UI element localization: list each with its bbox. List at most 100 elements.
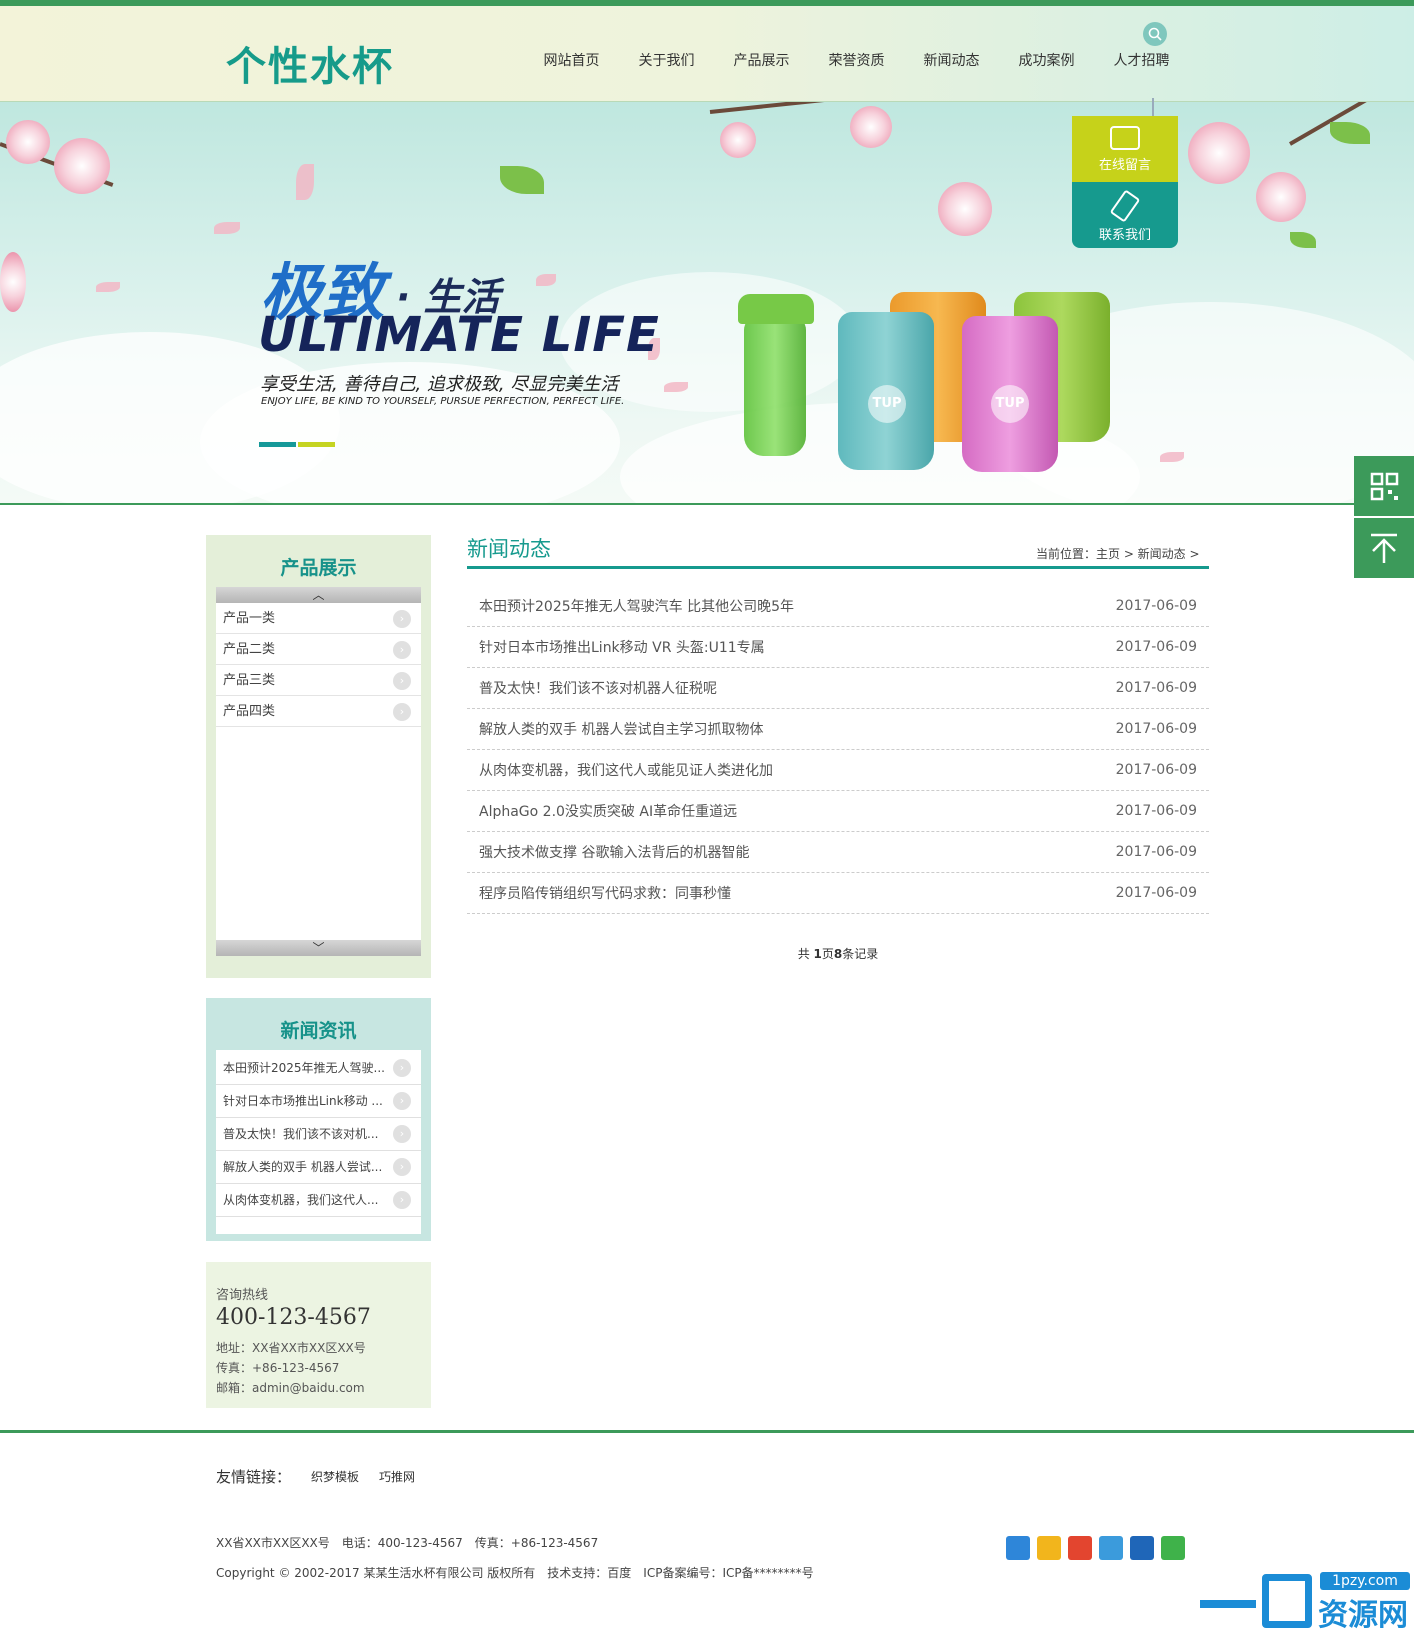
pager-suffix: 条记录 (842, 947, 879, 961)
banner-indicator[interactable] (298, 442, 335, 447)
chevron-right-icon: › (393, 1092, 411, 1110)
qr-code-button[interactable] (1354, 456, 1414, 516)
sidebar-news-item[interactable]: 解放人类的双手 机器人尝试... › (216, 1151, 421, 1184)
watermark-text: 资源网 (1318, 1598, 1408, 1631)
site-logo[interactable]: 个性水杯 (226, 34, 394, 92)
article-date: 2017-06-09 (1115, 680, 1197, 696)
share-tencent-icon[interactable] (1099, 1536, 1123, 1560)
article-title[interactable]: 从肉体变机器，我们这代人或能见证人类进化加 (479, 760, 773, 780)
article-row[interactable]: 程序员陷传销组织写代码求救：同事秒懂 2017-06-09 (467, 873, 1209, 914)
search-icon (1148, 27, 1162, 41)
main-nav: 网站首页 关于我们 产品展示 荣誉资质 新闻动态 成功案例 人才招聘 (524, 50, 1189, 70)
sidebar-news-label: 普及太快！我们该不该对机... (223, 1127, 379, 1141)
sidebar-news-item[interactable]: 本田预计2025年推无人驾驶... › (216, 1052, 421, 1085)
article-list: 本田预计2025年推无人驾驶汽车 比其他公司晚5年 2017-06-09 针对日本… (467, 586, 1209, 914)
online-message-button[interactable]: 在线留言 (1072, 116, 1178, 182)
float-panel: 在线留言 联系我们 (1072, 116, 1178, 248)
sidebar-news-label: 针对日本市场推出Link移动 ... (223, 1094, 383, 1108)
sidebar-news-label: 本田预计2025年推无人驾驶... (223, 1061, 385, 1075)
product-category-item[interactable]: 产品二类 › (216, 634, 421, 665)
footer-copyright: Copyright © 2002-2017 某某生活水杯有限公司 版权所有 技术… (216, 1566, 814, 1580)
blossom-decoration (6, 120, 50, 164)
article-row[interactable]: 本田预计2025年推无人驾驶汽车 比其他公司晚5年 2017-06-09 (467, 586, 1209, 627)
friend-links: 友情链接： 织梦模板 巧推网 (216, 1466, 415, 1487)
product-category-item[interactable]: 产品三类 › (216, 665, 421, 696)
nav-item-honors[interactable]: 荣誉资质 (809, 50, 904, 70)
product-category-item[interactable]: 产品一类 › (216, 603, 421, 634)
contact-fax: 传真：+86-123-4567 (216, 1361, 340, 1375)
petal-decoration (96, 282, 120, 292)
blossom-decoration (850, 106, 892, 148)
qr-code-icon (1370, 472, 1399, 501)
share-wechat-icon[interactable] (1161, 1536, 1185, 1560)
page-title: 新闻动态 (467, 537, 551, 561)
blossom-decoration (720, 122, 756, 158)
leaf-decoration (1290, 232, 1316, 248)
blossom-decoration (1256, 172, 1306, 222)
nav-item-news[interactable]: 新闻动态 (904, 50, 999, 70)
article-row[interactable]: 普及太快！我们该不该对机器人征税呢 2017-06-09 (467, 668, 1209, 709)
sidebar-news-item[interactable]: 从肉体变机器，我们这代人... › (216, 1184, 421, 1217)
nav-item-products[interactable]: 产品展示 (714, 50, 809, 70)
product-category-item[interactable]: 产品四类 › (216, 696, 421, 727)
scroll-down-button[interactable]: ﹀ (216, 940, 421, 956)
watermark-logo-icon (1262, 1574, 1312, 1628)
article-row[interactable]: 从肉体变机器，我们这代人或能见证人类进化加 2017-06-09 (467, 750, 1209, 791)
footer-address: XX省XX市XX区XX号 电话：400-123-4567 传真：+86-123-… (216, 1536, 599, 1550)
petal-decoration (214, 222, 240, 234)
article-row[interactable]: 解放人类的双手 机器人尝试自主学习抓取物体 2017-06-09 (467, 709, 1209, 750)
article-date: 2017-06-09 (1115, 639, 1197, 655)
article-title[interactable]: 强大技术做支撑 谷歌输入法背后的机器智能 (479, 842, 749, 862)
branch-decoration (709, 102, 939, 114)
chevron-up-icon: ︿ (312, 588, 325, 602)
article-date: 2017-06-09 (1115, 844, 1197, 860)
share-qzone-icon[interactable] (1037, 1536, 1061, 1560)
article-row[interactable]: AlphaGo 2.0没实质突破 AI革命任重道远 2017-06-09 (467, 791, 1209, 832)
product-category-label: 产品一类 (223, 611, 276, 626)
breadcrumb[interactable]: 当前位置：主页 > 新闻动态 > (1036, 545, 1200, 562)
cup-badge-pink: TUP (991, 385, 1029, 423)
hero-banner: 极致 · 生活 ULTIMATE LIFE 享受生活, 善待自己, 追求极致, … (0, 102, 1414, 505)
friend-link[interactable]: 织梦模板 (311, 1468, 359, 1485)
chevron-right-icon: › (393, 1158, 411, 1176)
cup-green-lid (738, 294, 814, 324)
nav-item-jobs[interactable]: 人才招聘 (1094, 50, 1189, 70)
share-weibo-icon[interactable] (1068, 1536, 1092, 1560)
article-title[interactable]: 普及太快！我们该不该对机器人征税呢 (479, 678, 717, 698)
chevron-right-icon: › (393, 672, 411, 690)
article-date: 2017-06-09 (1115, 762, 1197, 778)
article-row[interactable]: 针对日本市场推出Link移动 VR 头盔:U11专属 2017-06-09 (467, 627, 1209, 668)
sidebar-news-item[interactable]: 针对日本市场推出Link移动 ... › (216, 1085, 421, 1118)
product-category-list: 产品一类 › 产品二类 › 产品三类 › 产品四类 › (216, 603, 421, 940)
article-title[interactable]: 解放人类的双手 机器人尝试自主学习抓取物体 (479, 719, 763, 739)
back-to-top-button[interactable] (1354, 518, 1414, 578)
contact-us-button[interactable]: 联系我们 (1072, 182, 1178, 248)
pager-records: 8 (833, 947, 843, 961)
search-button[interactable] (1143, 22, 1167, 46)
cup-badge-teal: TUP (868, 385, 906, 423)
article-title[interactable]: 本田预计2025年推无人驾驶汽车 比其他公司晚5年 (479, 596, 794, 616)
nav-item-home[interactable]: 网站首页 (524, 50, 619, 70)
article-date: 2017-06-09 (1115, 598, 1197, 614)
share-renren-icon[interactable] (1130, 1536, 1154, 1560)
petal-decoration (1160, 452, 1184, 462)
product-category-label: 产品四类 (223, 704, 276, 719)
article-title[interactable]: 程序员陷传销组织写代码求救：同事秒懂 (479, 883, 731, 903)
sidebar-news-list: 本田预计2025年推无人驾驶... › 针对日本市场推出Link移动 ... › 普… (216, 1050, 421, 1234)
chevron-right-icon: › (393, 1059, 411, 1077)
nav-item-cases[interactable]: 成功案例 (999, 50, 1094, 70)
scroll-up-button[interactable]: ︿ (216, 587, 421, 603)
share-more-icon[interactable] (1006, 1536, 1030, 1560)
friend-link[interactable]: 巧推网 (379, 1468, 415, 1485)
nav-item-about[interactable]: 关于我们 (619, 50, 714, 70)
article-title[interactable]: 针对日本市场推出Link移动 VR 头盔:U11专属 (479, 637, 765, 657)
sidebar-news-item[interactable]: 普及太快！我们该不该对机... › (216, 1118, 421, 1151)
article-row[interactable]: 强大技术做支撑 谷歌输入法背后的机器智能 2017-06-09 (467, 832, 1209, 873)
petal-decoration (536, 274, 556, 286)
article-title[interactable]: AlphaGo 2.0没实质突破 AI革命任重道远 (479, 801, 737, 821)
article-date: 2017-06-09 (1115, 721, 1197, 737)
blossom-decoration (0, 252, 26, 312)
banner-indicator-active[interactable] (259, 442, 296, 447)
banner-subtitle-cn: 享受生活, 善待自己, 追求极致, 尽显完美生活 (260, 374, 619, 395)
blossom-decoration (1188, 122, 1250, 184)
